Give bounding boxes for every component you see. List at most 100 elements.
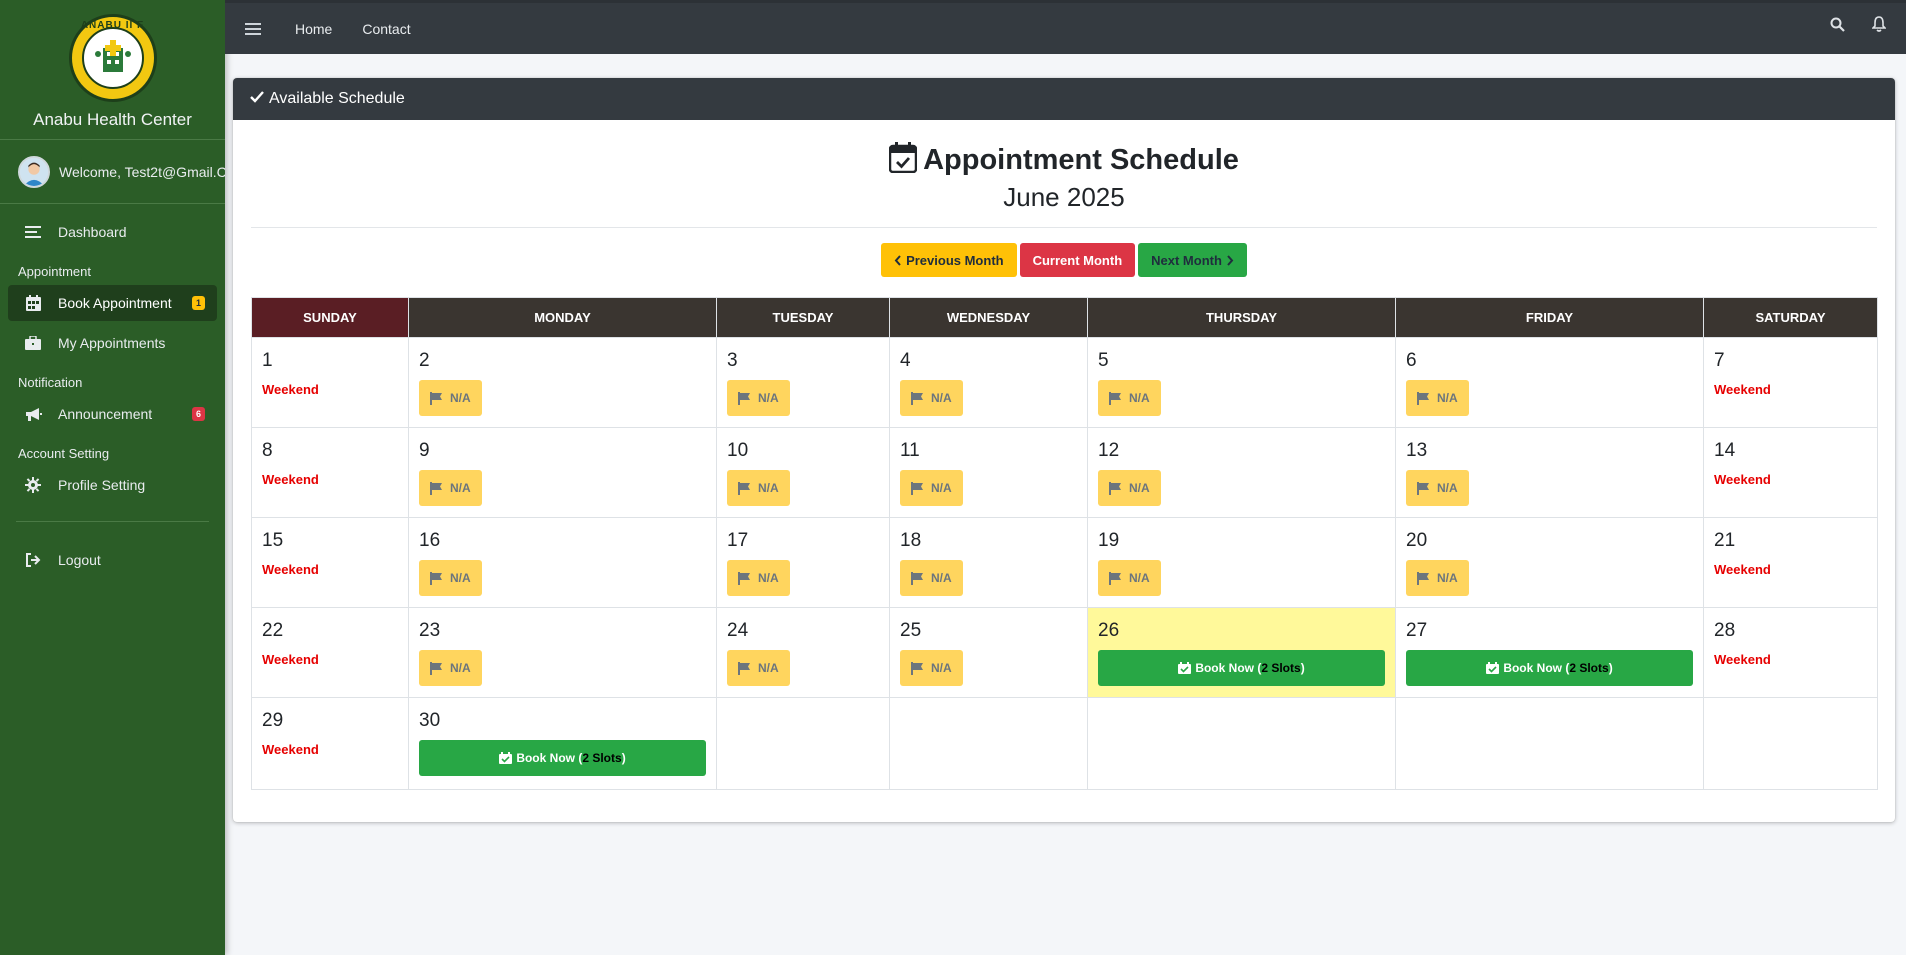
brand-link[interactable]: ANABU II F Anabu Health Center [0,0,225,140]
na-label: N/A [758,571,779,585]
card-title: Available Schedule [269,90,405,107]
na-label: N/A [450,571,471,585]
day-cell-14: 14 Weekend [1703,427,1878,518]
day-cell-23: 23 N/A [408,607,717,698]
day-cell-27: 27 Book Now (2 Slots) [1395,607,1704,698]
day-cell-29: 29 Weekend [251,697,409,790]
check-icon [250,90,264,108]
day-number: 18 [900,530,922,551]
calendar-header-row: SUNDAY MONDAY TUESDAY WEDNESDAY THURSDAY FRID… [251,297,1878,338]
day-number: 15 [262,530,284,551]
day-number: 14 [1714,440,1736,461]
day-number: 9 [419,440,430,461]
calendar-book-icon [1178,662,1192,674]
search-icon[interactable] [1828,15,1846,33]
weekend-label: Weekend [1714,382,1771,397]
weekend-label: Weekend [262,472,319,487]
day-number: 11 [900,440,920,461]
previous-month-button[interactable]: Previous Month [881,243,1017,277]
day-header-tuesday: TUESDAY [716,297,890,338]
day-number: 5 [1098,350,1109,371]
calendar-icon [24,294,42,312]
sidebar-item-label: Announcement [58,406,153,422]
sidebar-item-my-appointments[interactable]: My Appointments [8,325,217,361]
flag-icon [911,481,923,495]
day-cell-1: 1 Weekend [251,337,409,428]
day-number: 23 [419,620,441,641]
day-cell-24: 24 N/A [716,607,890,698]
day-cell-2: 2 N/A [408,337,717,428]
sidebar-item-book-appointment[interactable]: Book Appointment 1 [8,285,217,321]
flag-icon [1109,481,1121,495]
logout-icon [24,551,42,569]
previous-month-label: Previous Month [906,252,1004,268]
day-cell-7: 7 Weekend [1703,337,1878,428]
calendar-book-icon [499,752,513,764]
empty-day-cell [1703,697,1878,790]
menu-toggle-icon[interactable] [245,21,261,37]
not-available-badge: N/A [1098,380,1161,416]
slots-count: 2 Slots [1569,661,1609,675]
sidebar-divider [16,521,209,522]
book-now-label: Book Now [1195,661,1254,675]
day-cell-8: 8 Weekend [251,427,409,518]
na-label: N/A [758,661,779,675]
calendar-check-icon [888,142,918,178]
day-number: 12 [1098,440,1120,461]
not-available-badge: N/A [900,650,963,686]
book-now-button[interactable]: Book Now (2 Slots) [1406,650,1693,686]
day-header-sunday: SUNDAY [251,297,409,338]
user-panel[interactable]: Welcome, Test2t@Gmail.Com [0,140,225,204]
sidebar-item-announcement[interactable]: Announcement 6 [8,396,217,432]
day-number: 10 [727,440,749,461]
weekend-label: Weekend [262,742,319,757]
empty-day-cell [889,697,1088,790]
gear-icon [24,476,42,494]
not-available-badge: N/A [727,560,790,596]
day-number: 8 [262,440,273,461]
day-cell-15: 15 Weekend [251,517,409,608]
day-header-friday: FRIDAY [1395,297,1704,338]
day-number: 24 [727,620,749,641]
next-month-button[interactable]: Next Month [1138,243,1247,277]
flag-icon [911,571,923,585]
sidebar-item-profile-setting[interactable]: Profile Setting [8,467,217,503]
schedule-card: Available Schedule Appointment Schedule … [233,78,1895,822]
nav-link-contact[interactable]: Contact [362,21,410,37]
sidebar-item-dashboard[interactable]: Dashboard [8,214,217,250]
sidebar: ANABU II F Anabu Health Center Welcome, … [0,0,225,955]
day-cell-9: 9 N/A [408,427,717,518]
weekend-label: Weekend [1714,562,1771,577]
not-available-badge: N/A [900,380,963,416]
day-cell-25: 25 N/A [889,607,1088,698]
sidebar-item-label: Book Appointment [58,295,172,311]
book-now-button[interactable]: Book Now (2 Slots) [419,740,706,776]
bell-icon[interactable] [1870,15,1888,33]
not-available-badge: N/A [419,650,482,686]
book-now-label: Book Now [516,751,575,765]
sidebar-item-label: Profile Setting [58,477,146,493]
calendar-week-row: 1 Weekend 2 N/A 3 N/A 4 N/A 5 N/A 6 N/A 7 Weekend [251,337,1878,428]
flag-icon [911,391,923,405]
sidebar-item-logout[interactable]: Logout [8,542,217,578]
day-number: 4 [900,350,911,371]
day-number: 21 [1714,530,1736,551]
flag-icon [430,571,442,585]
not-available-badge: N/A [419,560,482,596]
slots-count: 2 Slots [1261,661,1301,675]
day-cell-10: 10 N/A [716,427,890,518]
day-cell-4: 4 N/A [889,337,1088,428]
next-month-label: Next Month [1151,252,1222,268]
book-now-button[interactable]: Book Now (2 Slots) [1098,650,1385,686]
current-month-button[interactable]: Current Month [1019,243,1136,277]
day-number: 16 [419,530,441,551]
not-available-badge: N/A [900,560,963,596]
flag-icon [1417,481,1429,495]
flag-icon [430,661,442,675]
divider [251,227,1877,228]
nav-link-home[interactable]: Home [295,21,332,37]
not-available-badge: N/A [1098,560,1161,596]
na-label: N/A [758,481,779,495]
day-cell-28: 28 Weekend [1703,607,1878,698]
flag-icon [911,661,923,675]
